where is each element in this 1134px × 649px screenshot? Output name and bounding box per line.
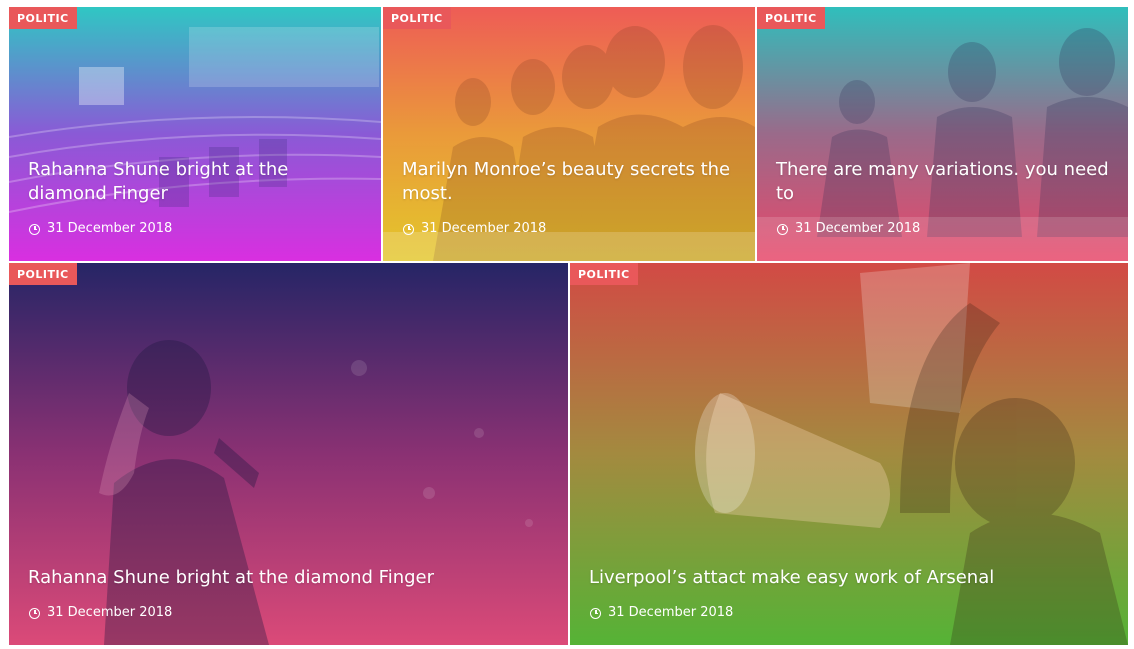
post-date-text: 31 December 2018 (47, 605, 173, 620)
category-badge[interactable]: POLITIC (9, 7, 77, 29)
post-title[interactable]: Rahanna Shune bright at the diamond Fing… (28, 566, 552, 590)
post-date-text: 31 December 2018 (421, 221, 547, 236)
post-title[interactable]: Rahanna Shune bright at the diamond Fing… (28, 158, 365, 206)
post-date-text: 31 December 2018 (795, 221, 921, 236)
post-card[interactable]: POLITIC Rahanna Shune bright at the diam… (9, 7, 381, 261)
post-date: 31 December 2018 (29, 221, 172, 237)
post-card[interactable]: POLITIC Rahanna Shune bright at the diam… (9, 263, 568, 645)
clock-icon (777, 223, 788, 235)
clock-icon (590, 607, 601, 619)
post-date-text: 31 December 2018 (47, 221, 173, 236)
clock-icon (29, 223, 40, 235)
post-title[interactable]: There are many variations. you need to (776, 158, 1112, 206)
post-card[interactable]: POLITIC Liverpool’s attact make easy wor… (570, 263, 1128, 645)
post-card[interactable]: POLITIC Marilyn Monroe’s beauty secrets … (383, 7, 755, 261)
post-date-text: 31 December 2018 (608, 605, 734, 620)
post-date: 31 December 2018 (777, 221, 920, 237)
post-date: 31 December 2018 (590, 605, 733, 621)
post-date: 31 December 2018 (403, 221, 546, 237)
category-badge[interactable]: POLITIC (383, 7, 451, 29)
category-badge[interactable]: POLITIC (9, 263, 77, 285)
category-badge[interactable]: POLITIC (757, 7, 825, 29)
post-card[interactable]: POLITIC There are many variations. you n… (757, 7, 1128, 261)
post-date: 31 December 2018 (29, 605, 172, 621)
post-title[interactable]: Marilyn Monroe’s beauty secrets the most… (402, 158, 739, 206)
clock-icon (403, 223, 414, 235)
clock-icon (29, 607, 40, 619)
post-title[interactable]: Liverpool’s attact make easy work of Ars… (589, 566, 1112, 590)
category-badge[interactable]: POLITIC (570, 263, 638, 285)
